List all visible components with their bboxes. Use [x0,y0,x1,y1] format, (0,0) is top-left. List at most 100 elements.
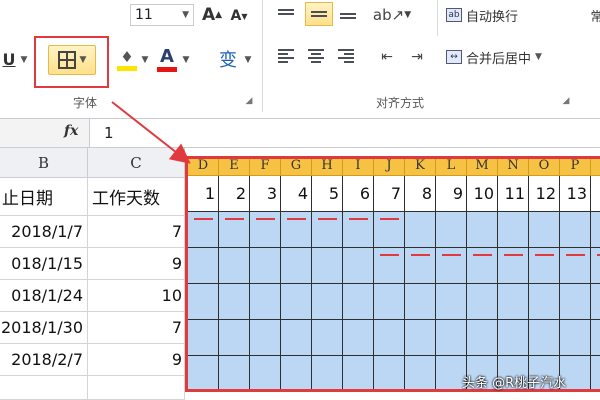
table-cell[interactable]: 9 [88,344,185,376]
shrink-font-button[interactable]: A ▼ [228,5,250,27]
fill-color-button[interactable]: ♦ [114,44,140,74]
align-middle-button[interactable] [305,2,333,26]
decrease-indent-button[interactable]: ⇤ [375,46,399,68]
merge-center-button[interactable]: ↔ 合并后居中 ▼ [446,44,576,70]
orientation-button[interactable]: ab↗ ▼ [373,4,411,26]
column-header-c[interactable]: C [88,148,185,178]
gantt-cell[interactable] [188,320,219,356]
gantt-cell[interactable] [343,248,374,284]
gantt-cell[interactable] [498,212,529,248]
column-header-l[interactable]: L [436,156,467,176]
column-header-k[interactable]: K [405,156,436,176]
grow-font-button[interactable]: A ▲ [200,3,224,27]
day-number-cell[interactable]: 11 [498,176,529,212]
gantt-cell[interactable] [250,356,281,392]
gantt-cell[interactable] [281,284,312,320]
cell-end-date-header[interactable]: 止日期 [0,178,88,216]
gantt-cell[interactable] [405,356,436,392]
borders-button[interactable]: ▼ [48,45,96,75]
gantt-cell[interactable] [498,284,529,320]
name-box-area[interactable]: fx [0,119,90,147]
gantt-cell[interactable] [529,284,560,320]
table-cell[interactable]: 9 [88,248,185,280]
gantt-cell[interactable] [343,320,374,356]
column-header-q[interactable]: Q [591,156,600,176]
formula-input[interactable]: 1 [104,124,114,142]
gantt-cell[interactable] [436,320,467,356]
gantt-cell[interactable] [312,248,343,284]
column-header-n[interactable]: N [498,156,529,176]
day-number-cell[interactable] [591,176,600,212]
wrap-text-button[interactable]: ab 自动换行 [446,2,556,28]
gantt-cell[interactable] [219,320,250,356]
column-header-f[interactable]: F [250,156,281,176]
gantt-cell[interactable] [219,356,250,392]
gantt-cell[interactable] [560,284,591,320]
gantt-cell[interactable] [250,320,281,356]
gantt-cell[interactable] [436,284,467,320]
gantt-cell[interactable] [591,284,600,320]
gantt-cell[interactable] [374,284,405,320]
chevron-down-icon[interactable]: ▼ [181,50,191,70]
gantt-cell[interactable] [188,356,219,392]
day-number-cell[interactable]: 4 [281,176,312,212]
table-cell[interactable]: 7 [88,312,185,344]
table-cell[interactable]: 2018/2/7 [0,344,88,376]
number-format-partial[interactable]: 常 [590,4,600,26]
gantt-cell[interactable] [281,248,312,284]
gantt-cell[interactable] [560,320,591,356]
gantt-cell[interactable] [219,284,250,320]
gantt-cell[interactable] [529,212,560,248]
align-top-button[interactable] [275,4,297,24]
day-number-cell[interactable]: 9 [436,176,467,212]
align-bottom-button[interactable] [337,4,359,24]
day-number-cell[interactable]: 1 [188,176,219,212]
table-cell[interactable]: 10 [88,280,185,312]
gantt-cell[interactable] [591,356,600,392]
chevron-down-icon[interactable]: ▼ [140,50,150,70]
table-cell[interactable]: 2018/1/7 [0,216,88,248]
gantt-cell[interactable] [188,284,219,320]
gantt-cell[interactable] [312,284,343,320]
gantt-cell[interactable] [374,356,405,392]
day-number-cell[interactable]: 13 [560,176,591,212]
column-header-i[interactable]: I [343,156,374,176]
gantt-cell[interactable] [343,284,374,320]
day-number-cell[interactable]: 7 [374,176,405,212]
gantt-cell[interactable] [281,356,312,392]
column-header-h[interactable]: H [312,156,343,176]
gantt-cell[interactable] [498,320,529,356]
column-header-p[interactable]: P [560,156,591,176]
font-size-combo[interactable]: 11 ▼ [130,4,194,26]
column-header-j[interactable]: J [374,156,405,176]
gantt-cell[interactable] [467,320,498,356]
gantt-cell[interactable] [250,284,281,320]
gantt-cell[interactable] [405,284,436,320]
table-cell[interactable] [0,376,88,400]
underline-button[interactable]: U [0,46,18,72]
gantt-cell[interactable] [405,212,436,248]
gantt-cell[interactable] [591,212,600,248]
gantt-cell[interactable] [250,248,281,284]
dialog-launcher-icon[interactable]: ◢ [243,94,255,108]
column-header-b[interactable]: B [0,148,88,178]
day-number-cell[interactable]: 3 [250,176,281,212]
align-left-button[interactable] [275,46,297,66]
increase-indent-button[interactable]: ⇥ [405,46,429,68]
column-header-m[interactable]: M [467,156,498,176]
gantt-grid[interactable]: D1E2F3G4H5I6J7K8L9M10N11O12P13Q [185,156,600,392]
align-center-button[interactable] [305,46,327,66]
gantt-cell[interactable] [560,212,591,248]
table-cell[interactable]: 018/1/24 [0,280,88,312]
gantt-cell[interactable] [188,248,219,284]
fx-icon[interactable]: fx [64,123,78,139]
align-right-button[interactable] [335,46,357,66]
table-cell[interactable]: 018/1/15 [0,248,88,280]
column-header-e[interactable]: E [219,156,250,176]
chevron-down-icon[interactable]: ▼ [18,50,30,70]
column-header-o[interactable]: O [529,156,560,176]
table-cell[interactable]: 7 [88,216,185,248]
table-cell[interactable] [88,376,185,400]
gantt-cell[interactable] [343,356,374,392]
day-number-cell[interactable]: 2 [219,176,250,212]
